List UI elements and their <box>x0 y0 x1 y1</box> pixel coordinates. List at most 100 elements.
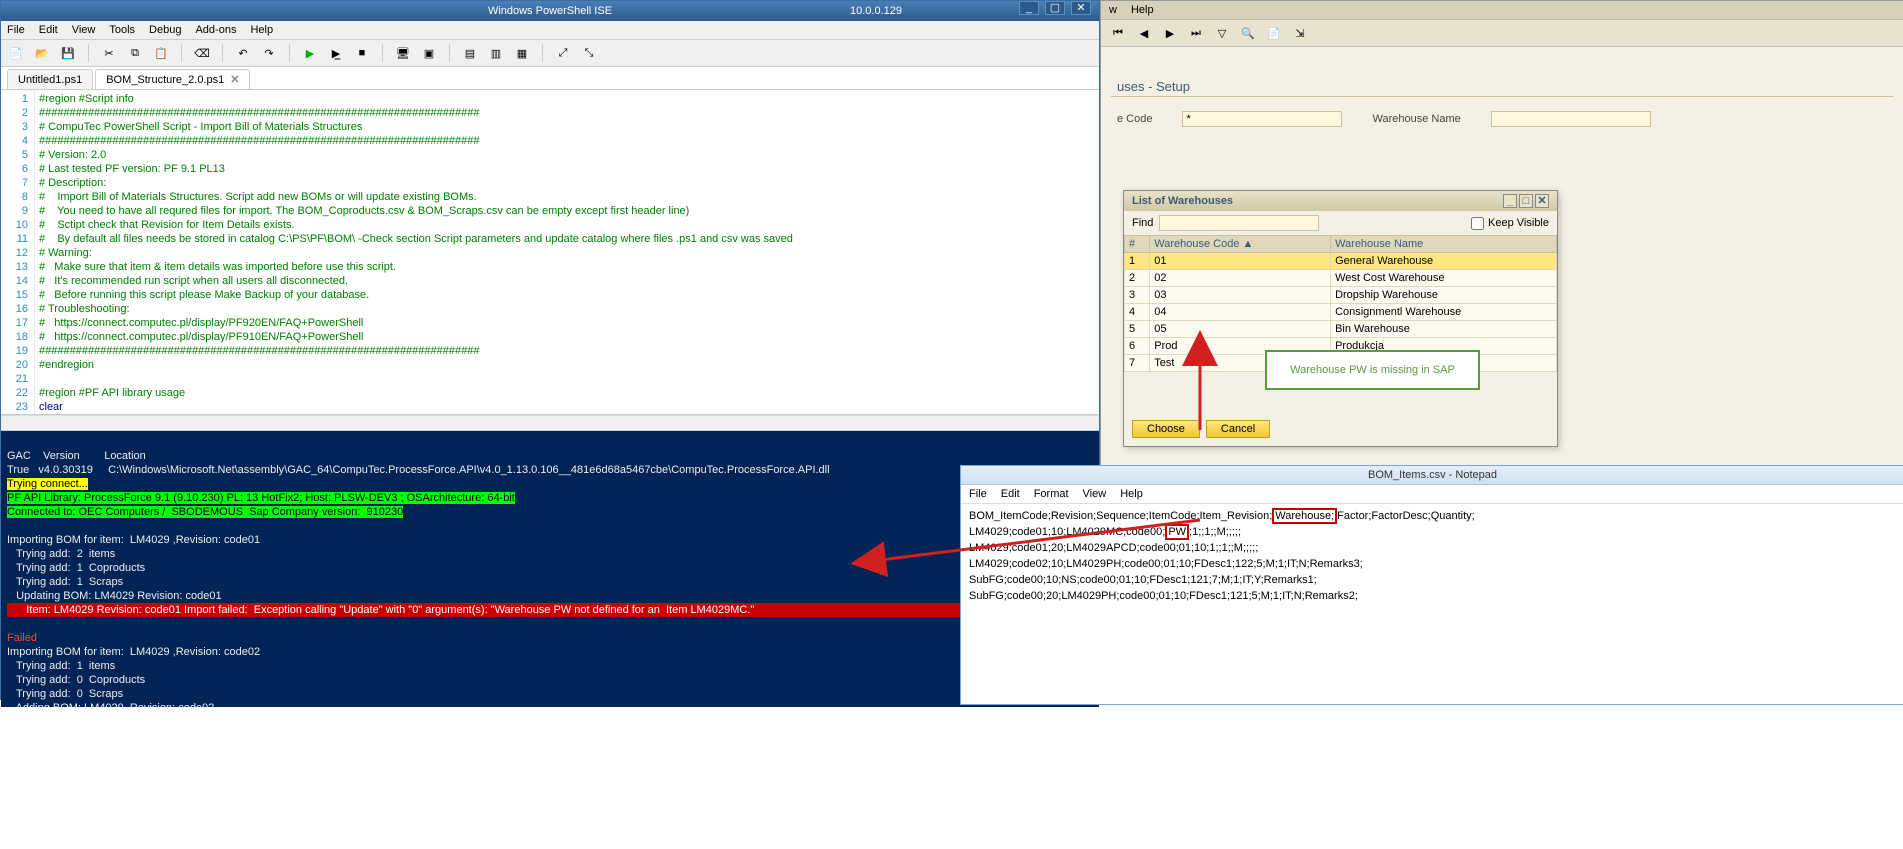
collapse-icon[interactable]: ⤡ <box>580 44 598 62</box>
export-icon[interactable]: ⇲ <box>1291 24 1309 42</box>
minimize-icon[interactable]: _ <box>1019 1 1039 15</box>
col-num[interactable]: # <box>1125 236 1150 253</box>
remote-icon[interactable]: 🖥 <box>394 44 412 62</box>
keep-visible-checkbox[interactable] <box>1471 217 1484 230</box>
table-row[interactable]: 202West Cost Warehouse <box>1125 270 1557 287</box>
col-code[interactable]: Warehouse Code ▲ <box>1150 236 1331 253</box>
maximize-icon[interactable]: □ <box>1519 194 1533 208</box>
menu-view[interactable]: View <box>72 24 96 36</box>
warehouse-col-highlight: Warehouse; <box>1272 508 1337 524</box>
sap-subtitle: uses - Setup <box>1111 77 1894 97</box>
layout2-icon[interactable]: ▥ <box>487 44 505 62</box>
tab-close-icon[interactable]: ✕ <box>230 73 239 86</box>
cancel-button[interactable]: Cancel <box>1206 420 1270 438</box>
paste-icon[interactable]: 📋 <box>152 44 170 62</box>
clear-icon[interactable]: ⌫ <box>193 44 211 62</box>
expand-icon[interactable]: ⤢ <box>554 44 572 62</box>
console-header: GAC Version Location <box>7 450 146 462</box>
menu-file[interactable]: File <box>7 24 25 36</box>
first-icon[interactable]: ⏮ <box>1109 24 1127 42</box>
sap-body: uses - Setup e Code Warehouse Name <box>1101 47 1903 141</box>
table-row[interactable]: 303Dropship Warehouse <box>1125 287 1557 304</box>
open-icon[interactable]: 📂 <box>33 44 51 62</box>
cut-icon[interactable]: ✂ <box>100 44 118 62</box>
notepad-text[interactable]: BOM_ItemCode;Revision;Sequence;ItemCode;… <box>961 504 1903 608</box>
separator <box>382 44 383 62</box>
keep-visible-check[interactable]: Keep Visible <box>1471 217 1549 230</box>
col-name[interactable]: Warehouse Name <box>1331 236 1557 253</box>
doc-icon[interactable]: 📄 <box>1265 24 1283 42</box>
tab-untitled[interactable]: Untitled1.ps1 <box>7 69 93 89</box>
pw-value-highlight: PW <box>1165 524 1189 540</box>
maximize-icon[interactable]: ▢ <box>1045 1 1065 15</box>
dialog-titlebar[interactable]: List of Warehouses _ □ ✕ <box>1124 191 1557 211</box>
code-input[interactable] <box>1182 111 1342 127</box>
stop-icon[interactable]: ■ <box>353 44 371 62</box>
menu-help[interactable]: Help <box>250 24 273 36</box>
menu-addons[interactable]: Add-ons <box>195 24 236 36</box>
tab-bom-structure[interactable]: BOM_Structure_2.0.ps1 ✕ <box>95 69 250 89</box>
layout1-icon[interactable]: ▤ <box>461 44 479 62</box>
redo-icon[interactable]: ↷ <box>260 44 278 62</box>
np-menu-view[interactable]: View <box>1083 488 1107 500</box>
menu-edit[interactable]: Edit <box>39 24 58 36</box>
close-icon[interactable]: ✕ <box>1535 194 1549 208</box>
notepad-window: BOM_Items.csv - Notepad File Edit Format… <box>960 465 1903 705</box>
new-icon[interactable]: 📄 <box>7 44 25 62</box>
prev-icon[interactable]: ◀ <box>1135 24 1153 42</box>
dialog-buttons: Choose Cancel <box>1124 412 1557 446</box>
last-icon[interactable]: ⏭ <box>1187 24 1205 42</box>
close-icon[interactable]: ✕ <box>1071 1 1091 15</box>
console-pane[interactable]: GAC Version Location True v4.0.30319 C:\… <box>1 431 1099 707</box>
filter-icon[interactable]: ▽ <box>1213 24 1231 42</box>
save-icon[interactable]: 💾 <box>59 44 77 62</box>
sap-menu-window[interactable]: w <box>1109 4 1117 16</box>
minimize-icon[interactable]: _ <box>1503 194 1517 208</box>
table-row[interactable]: 101General Warehouse <box>1125 253 1557 270</box>
sap-toolbar: ⏮ ◀ ▶ ⏭ ▽ 🔍 📄 ⇲ <box>1101 20 1903 47</box>
console-line: Trying add: 1 Scraps <box>7 576 123 588</box>
console-pfapi: PF API Library: ProcessForce 9.1 (9.10.2… <box>7 492 515 504</box>
console-error: Item: LM4029 Revision: code01 Import fai… <box>7 603 1093 617</box>
run-icon[interactable]: ▶ <box>301 44 319 62</box>
menu-debug[interactable]: Debug <box>149 24 181 36</box>
np-menu-format[interactable]: Format <box>1034 488 1069 500</box>
console-connected: Connected to: OEC Computers / SBODEMOUS … <box>7 506 403 518</box>
ise-titlebar[interactable]: Windows PowerShell ISE 10.0.0.129 _ ▢ ✕ <box>1 1 1099 21</box>
find-input[interactable] <box>1159 215 1319 231</box>
layout3-icon[interactable]: ▦ <box>513 44 531 62</box>
ps-icon[interactable]: ▣ <box>420 44 438 62</box>
find-label: Find <box>1132 217 1153 229</box>
menu-tools[interactable]: Tools <box>109 24 135 36</box>
find-icon[interactable]: 🔍 <box>1239 24 1257 42</box>
code-area[interactable]: #region #Script info ###################… <box>35 90 1099 414</box>
annotation-callout: Warehouse PW is missing in SAP <box>1265 350 1480 390</box>
table-row[interactable]: 505Bin Warehouse <box>1125 321 1557 338</box>
dialog-title: List of Warehouses <box>1132 195 1233 207</box>
choose-button[interactable]: Choose <box>1132 420 1200 438</box>
undo-icon[interactable]: ↶ <box>234 44 252 62</box>
separator <box>289 44 290 62</box>
np-menu-edit[interactable]: Edit <box>1001 488 1020 500</box>
whname-label: Warehouse Name <box>1372 113 1460 125</box>
table-row[interactable]: 404Consignmentl Warehouse <box>1125 304 1557 321</box>
console-line: Trying add: 0 Scraps <box>7 688 123 700</box>
ise-window: Windows PowerShell ISE 10.0.0.129 _ ▢ ✕ … <box>0 0 1100 700</box>
code-editor[interactable]: 1234567891011121314151617181920212223242… <box>1 90 1099 415</box>
copy-icon[interactable]: ⧉ <box>126 44 144 62</box>
tab-label: Untitled1.ps1 <box>18 74 82 86</box>
np-menu-help[interactable]: Help <box>1120 488 1143 500</box>
console-line: Updating BOM: LM4029 Revision: code01 <box>7 590 222 602</box>
next-icon[interactable]: ▶ <box>1161 24 1179 42</box>
tab-label: BOM_Structure_2.0.ps1 <box>106 74 224 86</box>
ise-ip: 10.0.0.129 <box>850 1 902 21</box>
np-menu-file[interactable]: File <box>969 488 987 500</box>
sap-menubar: w Help <box>1101 1 1903 20</box>
whname-input[interactable] <box>1491 111 1651 127</box>
sap-menu-help[interactable]: Help <box>1131 4 1154 16</box>
notepad-titlebar[interactable]: BOM_Items.csv - Notepad <box>961 466 1903 485</box>
editor-scrollbar[interactable] <box>1 415 1099 431</box>
sort-asc-icon: ▲ <box>1243 238 1254 250</box>
run-selection-icon[interactable]: ▶̲ <box>327 44 345 62</box>
console-line: Trying add: 1 items <box>7 660 115 672</box>
